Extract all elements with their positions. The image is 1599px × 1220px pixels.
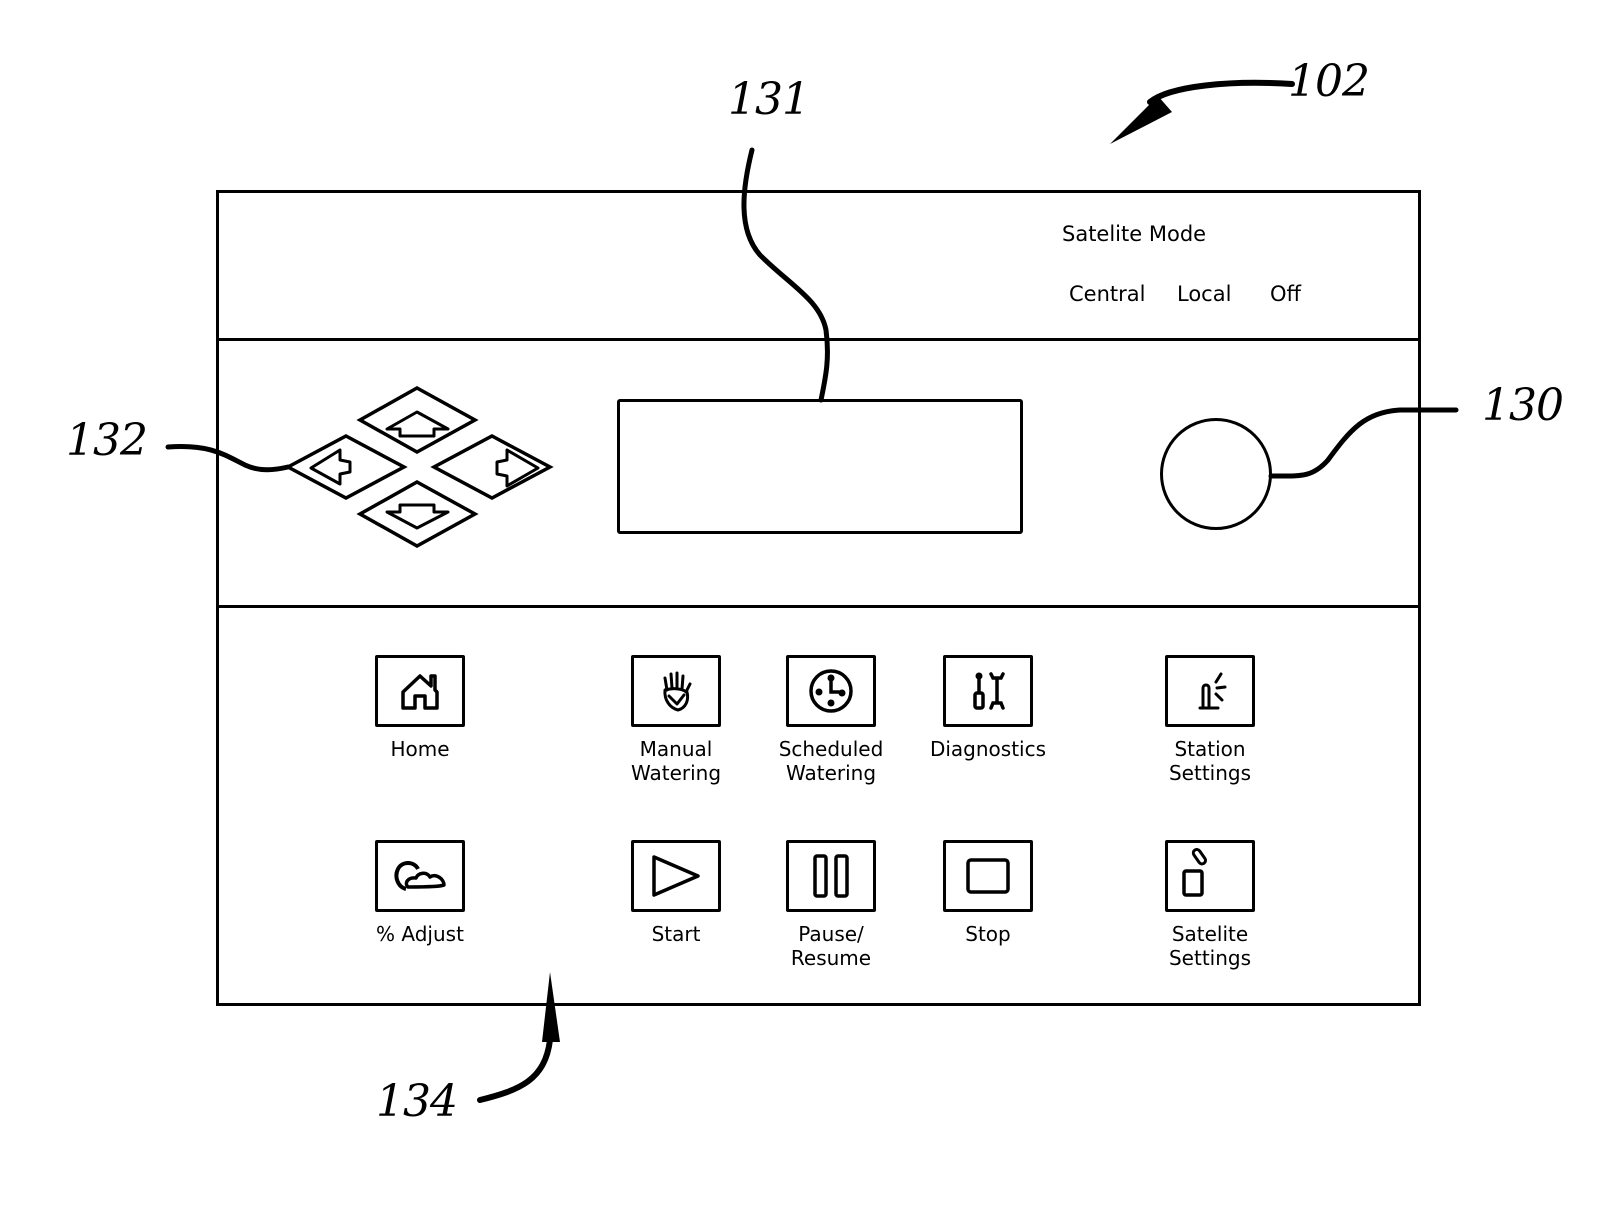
stop-label: Stop (965, 922, 1011, 946)
pause-resume-button[interactable] (786, 840, 876, 912)
pause-icon (813, 854, 849, 898)
scheduled-watering-label: Scheduled Watering (778, 737, 884, 785)
leader-line-130 (1268, 407, 1459, 479)
station-settings-button[interactable] (1165, 655, 1255, 727)
nav-key-right[interactable] (430, 434, 554, 500)
leader-line-131 (741, 147, 830, 403)
pause-resume-label: Pause/Resume (790, 922, 872, 970)
house-icon (401, 674, 439, 710)
tools-icon (973, 672, 1005, 710)
diagnostics-button[interactable] (943, 655, 1033, 727)
satellite-device-icon (1182, 848, 1207, 897)
leader-arrow-134 (477, 972, 560, 1103)
leader-line-132 (165, 444, 291, 473)
scheduled-watering-button[interactable] (786, 655, 876, 727)
sprinkler-icon (1198, 672, 1227, 710)
start-button[interactable] (631, 840, 721, 912)
hand-icon (663, 671, 692, 712)
start-label: Start (651, 922, 701, 946)
satelite-settings-button[interactable] (1165, 840, 1255, 912)
percent-adjust-button[interactable] (375, 840, 465, 912)
clock-icon (809, 669, 853, 713)
percent-adjust-label: % Adjust (376, 922, 464, 946)
stop-button[interactable] (943, 840, 1033, 912)
sun-cloud-icon (394, 861, 446, 891)
manual-watering-button[interactable] (631, 655, 721, 727)
home-button[interactable] (375, 655, 465, 727)
home-label: Home (390, 737, 450, 761)
manual-watering-label: Manual Watering (630, 737, 722, 785)
nav-key-down[interactable] (356, 479, 479, 549)
nav-key-left[interactable] (284, 434, 408, 500)
play-icon (652, 855, 700, 897)
stop-icon (966, 858, 1010, 894)
station-settings-label: Station Settings (1168, 737, 1252, 785)
satelite-settings-label: Satelite Settings (1168, 922, 1252, 970)
leader-arrow-102 (1110, 79, 1295, 144)
diagnostics-label: Diagnostics (929, 737, 1047, 761)
nav-key-up[interactable] (356, 385, 479, 455)
diagram-overlay (165, 79, 1459, 1103)
